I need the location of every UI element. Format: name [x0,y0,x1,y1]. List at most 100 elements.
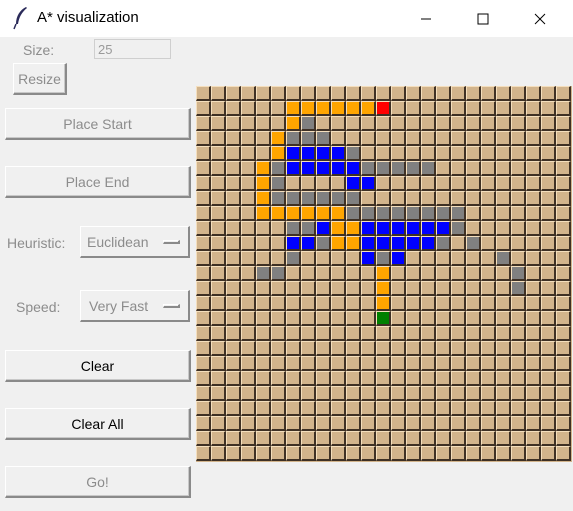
grid-cell-empty[interactable] [361,416,376,431]
grid-cell-empty[interactable] [421,431,436,446]
grid-cell-visited[interactable] [286,236,301,251]
grid-cell-empty[interactable] [451,116,466,131]
grid-cell-empty[interactable] [376,326,391,341]
grid-cell-empty[interactable] [496,266,511,281]
grid-cell-empty[interactable] [331,416,346,431]
grid-cell-empty[interactable] [496,131,511,146]
grid-cell-empty[interactable] [451,296,466,311]
grid-cell-empty[interactable] [481,101,496,116]
grid-cell-wall[interactable] [451,206,466,221]
grid-cell-empty[interactable] [346,86,361,101]
grid-cell-empty[interactable] [406,446,421,461]
grid-cell-empty[interactable] [286,176,301,191]
grid-cell-empty[interactable] [271,116,286,131]
grid-cell-wall[interactable] [271,161,286,176]
grid-cell-wall[interactable] [421,206,436,221]
grid-cell-empty[interactable] [451,86,466,101]
grid-cell-empty[interactable] [331,116,346,131]
grid-cell-empty[interactable] [526,221,541,236]
grid-cell-wall[interactable] [466,236,481,251]
grid-cell-empty[interactable] [301,281,316,296]
grid-cell-empty[interactable] [556,326,571,341]
grid-cell-empty[interactable] [451,161,466,176]
grid-cell-empty[interactable] [241,131,256,146]
grid-cell-wall[interactable] [271,266,286,281]
grid-cell-empty[interactable] [511,116,526,131]
grid-cell-empty[interactable] [241,386,256,401]
grid-cell-empty[interactable] [226,401,241,416]
grid-cell-empty[interactable] [361,356,376,371]
grid-cell-empty[interactable] [376,146,391,161]
grid-cell-empty[interactable] [406,146,421,161]
grid-cell-empty[interactable] [496,326,511,341]
grid-cell-empty[interactable] [496,236,511,251]
grid-cell-path[interactable] [256,176,271,191]
grid-cell-empty[interactable] [301,446,316,461]
grid-cell-empty[interactable] [466,206,481,221]
grid-cell-empty[interactable] [256,296,271,311]
grid-cell-empty[interactable] [436,146,451,161]
grid-cell-wall[interactable] [346,146,361,161]
grid-cell-empty[interactable] [241,281,256,296]
grid-cell-empty[interactable] [541,446,556,461]
grid-cell-empty[interactable] [316,296,331,311]
grid-cell-empty[interactable] [511,206,526,221]
grid-cell-empty[interactable] [361,446,376,461]
grid-cell-path[interactable] [376,281,391,296]
grid-cell-empty[interactable] [526,236,541,251]
grid-cell-empty[interactable] [481,326,496,341]
grid-cell-empty[interactable] [451,431,466,446]
grid-cell-empty[interactable] [331,446,346,461]
grid-cell-empty[interactable] [226,356,241,371]
grid-cell-empty[interactable] [481,281,496,296]
grid-cell-empty[interactable] [541,281,556,296]
grid-cell-empty[interactable] [241,101,256,116]
grid-cell-empty[interactable] [256,341,271,356]
grid-cell-empty[interactable] [316,416,331,431]
grid-cell-wall[interactable] [316,236,331,251]
grid-cell-path[interactable] [331,101,346,116]
grid-cell-empty[interactable] [421,341,436,356]
grid-cell-empty[interactable] [511,401,526,416]
grid-cell-empty[interactable] [481,431,496,446]
grid-cell-empty[interactable] [556,206,571,221]
grid-cell-empty[interactable] [226,116,241,131]
grid-cell-empty[interactable] [361,371,376,386]
grid-cell-empty[interactable] [286,401,301,416]
grid-cell-empty[interactable] [556,161,571,176]
grid-cell-empty[interactable] [346,131,361,146]
grid-cell-empty[interactable] [496,416,511,431]
grid-cell-empty[interactable] [211,326,226,341]
grid-cell-empty[interactable] [316,371,331,386]
grid-cell-wall[interactable] [376,251,391,266]
grid-cell-empty[interactable] [391,101,406,116]
grid-cell-empty[interactable] [196,296,211,311]
grid-cell-empty[interactable] [286,326,301,341]
grid-cell-empty[interactable] [391,146,406,161]
grid-cell-empty[interactable] [466,146,481,161]
grid-cell-empty[interactable] [436,296,451,311]
grid-cell-empty[interactable] [406,341,421,356]
grid-cell-empty[interactable] [241,236,256,251]
grid-cell-empty[interactable] [466,251,481,266]
grid-cell-empty[interactable] [406,266,421,281]
grid-cell-empty[interactable] [391,311,406,326]
grid-cell-empty[interactable] [301,86,316,101]
grid-cell-empty[interactable] [496,146,511,161]
grid-cell-empty[interactable] [301,326,316,341]
grid-cell-empty[interactable] [541,296,556,311]
grid-cell-empty[interactable] [556,146,571,161]
grid-cell-empty[interactable] [511,221,526,236]
maximize-button[interactable] [454,0,511,37]
grid-cell-empty[interactable] [331,131,346,146]
grid-cell-empty[interactable] [496,161,511,176]
grid-cell-empty[interactable] [211,221,226,236]
grid-cell-empty[interactable] [526,206,541,221]
grid-cell-empty[interactable] [391,431,406,446]
grid-cell-empty[interactable] [451,341,466,356]
grid-cell-empty[interactable] [556,281,571,296]
grid-cell-empty[interactable] [406,251,421,266]
grid-cell-empty[interactable] [451,146,466,161]
grid-cell-empty[interactable] [256,431,271,446]
grid-cell-empty[interactable] [316,341,331,356]
